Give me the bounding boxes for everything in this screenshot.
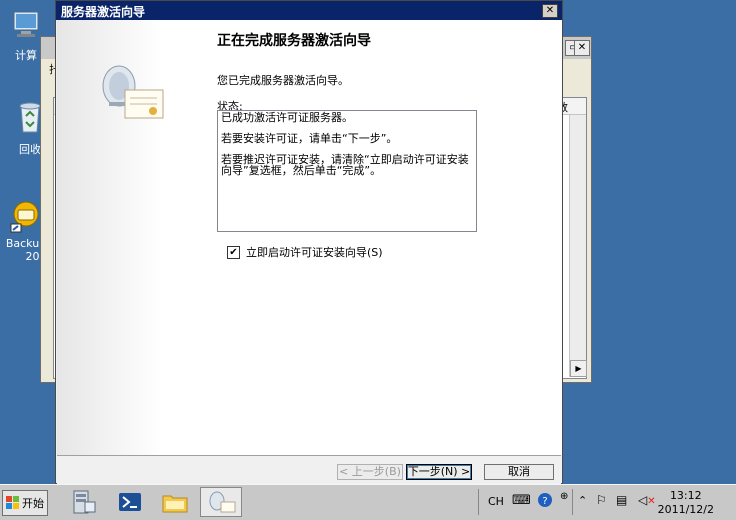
wizard-subtitle: 您已完成服务器激活向导。	[217, 74, 349, 87]
svg-text:?: ?	[542, 496, 547, 507]
wizard-content: 正在完成服务器激活向导 您已完成服务器激活向导。 状态: 已成功激活许可证服务器…	[207, 20, 562, 455]
dialog-close-button[interactable]: ✕	[542, 4, 558, 18]
network-icon[interactable]: ▤	[616, 493, 627, 507]
checkbox-label: 立即启动许可证安装向导(S)	[246, 246, 383, 259]
wizard-footer: < 上一步(B) 下一步(N) > 取消	[57, 455, 561, 484]
taskbar-powershell[interactable]	[108, 487, 150, 517]
licensing-wizard-icon	[209, 491, 236, 513]
tray-divider	[572, 489, 573, 515]
clock-date: 2011/12/2	[657, 503, 714, 516]
dialog-titlebar[interactable]: 服务器激活向导 ✕	[56, 1, 562, 20]
server-certificate-icon	[102, 65, 164, 119]
back-button[interactable]: < 上一步(B)	[337, 464, 403, 480]
cancel-button[interactable]: 取消	[484, 464, 554, 480]
server-activation-wizard-dialog[interactable]: 服务器激活向导 ✕ 正在完成服务器激活向导 您已完成服务器激活向导。 状态: 已…	[55, 0, 563, 484]
next-button[interactable]: 下一步(N) >	[406, 464, 472, 480]
tray-divider	[478, 489, 479, 515]
powershell-icon	[119, 493, 141, 511]
start-license-wizard-option[interactable]: ✔ 立即启动许可证安装向导(S)	[227, 244, 383, 260]
close-icon: ✕	[545, 5, 555, 16]
status-line: 若要推迟许可证安装，请清除“立即启动许可证安装向导”复选框，然后单击“完成”。	[221, 153, 469, 177]
scroll-down-button[interactable]: ▶	[570, 360, 587, 377]
wizard-banner	[57, 20, 207, 455]
wizard-heading: 正在完成服务器激活向导	[217, 33, 371, 49]
status-line: 已成功激活许可证服务器。	[221, 111, 353, 124]
scroll-right-icon: ▶	[575, 364, 582, 373]
clock-time: 13:12	[669, 489, 702, 502]
checkmark-icon: ✔	[229, 246, 238, 258]
taskbar-licensing-wizard[interactable]	[200, 487, 242, 517]
start-button[interactable]: 开始	[2, 490, 48, 516]
speaker-icon: ◁	[638, 493, 648, 507]
volume-muted-icon[interactable]: ◁✕	[638, 493, 656, 507]
start-label: 开始	[22, 497, 44, 510]
vertical-scrollbar[interactable]: ▶	[569, 115, 587, 377]
computer-icon	[13, 11, 39, 37]
help-icon[interactable]: ?	[537, 492, 553, 511]
status-line: 若要安装许可证，请单击“下一步”。	[221, 132, 398, 145]
status-text-box[interactable]: 已成功激活许可证服务器。 若要安装许可证，请单击“下一步”。 若要推迟许可证安装…	[217, 110, 477, 232]
taskbar-explorer[interactable]	[154, 487, 196, 517]
system-clock[interactable]: 13:12 2011/12/2	[658, 489, 714, 517]
taskbar: 开始 CH ⌨ ? ⊕ ⌃ ⚐ ▤ ◁✕ 13:12 2011/12/2	[0, 484, 736, 520]
action-center-flag-icon[interactable]: ⚐	[596, 493, 607, 507]
dialog-title: 服务器激活向导	[61, 5, 146, 19]
server-manager-icon	[73, 490, 96, 514]
language-indicator[interactable]: CH	[488, 495, 504, 508]
help-icon-shape: ?	[538, 493, 552, 507]
taskbar-server-manager[interactable]	[62, 487, 104, 517]
mute-x-icon: ✕	[647, 496, 656, 507]
close-icon[interactable]: ✕	[574, 40, 590, 56]
explorer-icon	[162, 495, 188, 513]
windows-logo-icon	[6, 496, 19, 509]
backup-icon	[10, 201, 39, 233]
start-license-wizard-checkbox[interactable]: ✔	[227, 245, 240, 259]
show-hidden-icons-button[interactable]: ⌃	[578, 494, 587, 507]
keyboard-icon[interactable]: ⌨	[512, 493, 531, 508]
options-icon[interactable]: ⊕	[560, 491, 568, 502]
